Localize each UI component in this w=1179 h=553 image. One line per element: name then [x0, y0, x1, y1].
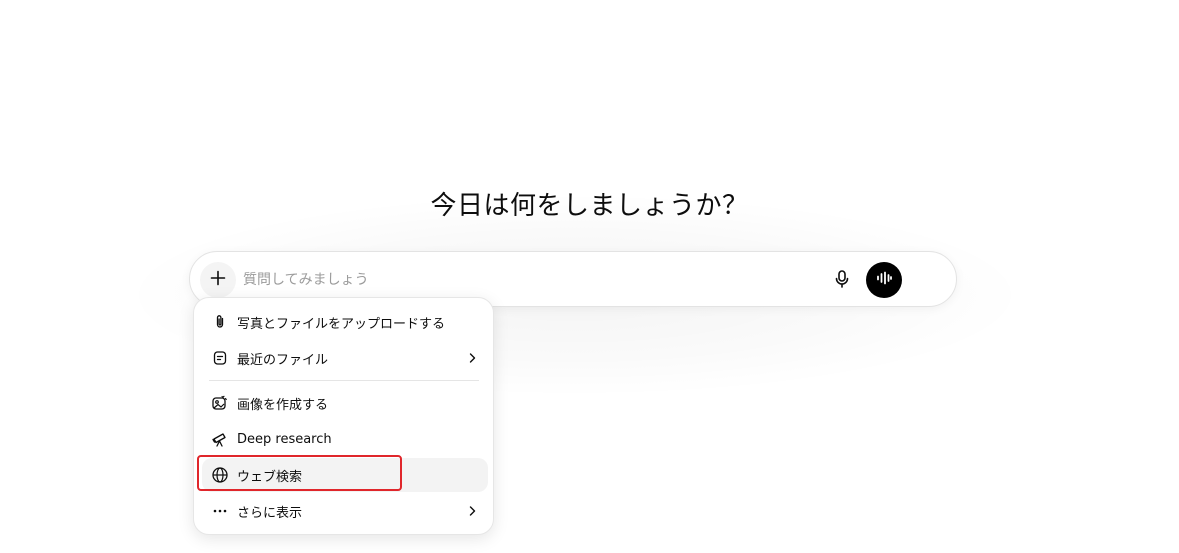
image-create-icon [210, 393, 230, 413]
menu-item-create-image[interactable]: 画像を作成する [202, 386, 488, 420]
menu-item-label: Deep research [237, 431, 332, 447]
attach-menu-button[interactable] [200, 262, 236, 298]
menu-item-deep-research[interactable]: Deep research [202, 422, 488, 456]
dictate-button[interactable] [828, 267, 856, 295]
attach-menu: 写真とファイルをアップロードする 最近のファイル 画像を作成する Deep re… [193, 297, 494, 535]
page-heading: 今日は何をしましょうか？ [430, 191, 749, 222]
chevron-right-icon [464, 350, 480, 366]
file-icon [210, 348, 230, 368]
voice-mode-button[interactable] [866, 262, 902, 298]
paperclip-icon [210, 312, 230, 332]
telescope-icon [210, 429, 230, 449]
menu-item-label: 画像を作成する [237, 397, 329, 413]
prompt-input[interactable] [243, 268, 803, 292]
menu-item-more[interactable]: さらに表示 [202, 494, 488, 528]
voice-mode-icon [875, 269, 893, 291]
menu-item-label: 最近のファイル [237, 352, 329, 368]
chevron-right-icon [464, 503, 480, 519]
more-dots-icon [210, 501, 230, 521]
menu-item-label: さらに表示 [237, 505, 303, 521]
menu-item-web-search[interactable]: ウェブ検索 [202, 458, 488, 492]
microphone-icon [834, 270, 850, 292]
globe-icon [210, 465, 230, 485]
menu-item-recent-files[interactable]: 最近のファイル [202, 341, 488, 375]
menu-item-label: ウェブ検索 [237, 469, 303, 485]
menu-item-label: 写真とファイルをアップロードする [237, 316, 446, 332]
menu-divider [209, 380, 479, 381]
menu-item-upload[interactable]: 写真とファイルをアップロードする [202, 305, 488, 339]
plus-icon [209, 269, 227, 291]
